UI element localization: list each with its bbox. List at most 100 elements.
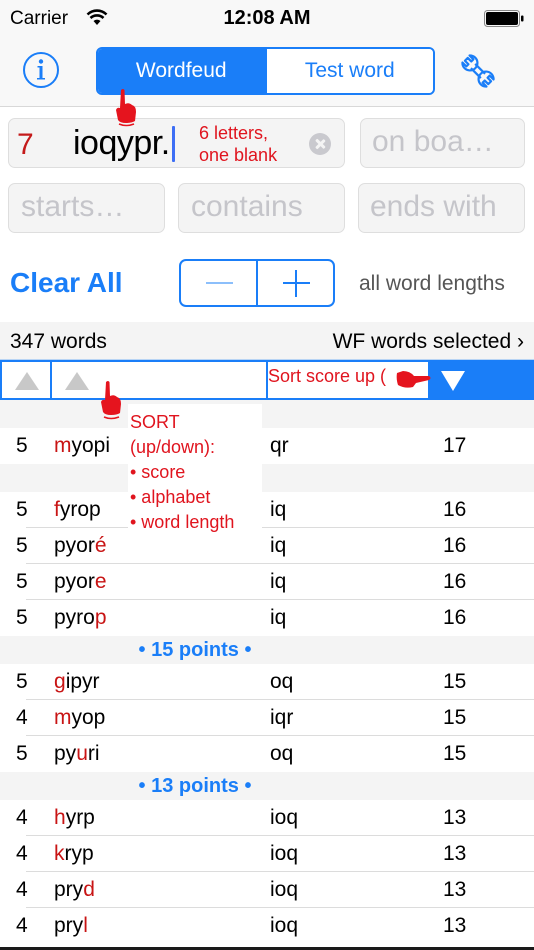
rack-letter: ri — [87, 742, 100, 765]
word: pyoré — [54, 534, 107, 558]
rack-letter: ipyr — [65, 670, 100, 693]
sort-help-annotation: SORT (up/down): • score • alphabet • wor… — [128, 404, 262, 532]
sort-help-item: • word length — [130, 512, 235, 532]
word: myop — [54, 706, 105, 730]
word-score: 13 — [443, 806, 467, 829]
rack-letter: pyor — [54, 570, 95, 593]
sort-alphabetical-button[interactable] — [50, 360, 268, 400]
word-count: 347 words — [10, 330, 107, 353]
chevron-right-icon: › — [517, 330, 524, 353]
word-length: 4 — [16, 914, 28, 937]
word-score: 15 — [443, 670, 467, 693]
remaining-letters: oq — [270, 670, 294, 693]
word-row[interactable]: 4 myop iqr 15 — [0, 700, 534, 736]
rack-letter: pry — [54, 914, 84, 937]
wrench-icon[interactable] — [456, 50, 500, 92]
board-letter: h — [54, 806, 66, 829]
starts-with-input[interactable]: starts… — [8, 183, 165, 233]
remaining-letters: iq — [270, 570, 287, 593]
wordlist-selector[interactable]: WF words selected › — [333, 330, 524, 354]
remaining-letters: iqr — [270, 706, 294, 729]
word: pyore — [54, 570, 107, 594]
sort-ascending-icon — [15, 372, 39, 390]
word-row[interactable]: 5 pyrop iq 16 — [0, 600, 534, 636]
word-length: 4 — [16, 806, 28, 829]
word-score: 16 — [443, 606, 467, 629]
word: myopi — [54, 434, 110, 458]
starts-with-placeholder: starts… — [21, 190, 125, 223]
board-letter: p — [94, 606, 107, 629]
rack-annotation-line-2: one blank — [199, 145, 278, 165]
word: pryl — [54, 914, 88, 938]
word-row[interactable]: 5 gipyr oq 15 — [0, 664, 534, 700]
sort-help-title: SORT — [130, 412, 180, 432]
letter-count: 7 — [17, 128, 34, 161]
wordlist-label: WF words selected — [332, 330, 512, 353]
search-panel: 7 ioqypr. 6 letters, one blank on boa… s… — [0, 107, 534, 322]
word-score: 17 — [443, 434, 467, 457]
sort-by-score-descending-icon[interactable] — [441, 371, 465, 391]
sort-help-item: • score — [130, 462, 186, 482]
ends-with-placeholder: ends with — [370, 190, 497, 223]
remaining-letters: ioq — [270, 842, 299, 865]
word-length: 4 — [16, 842, 28, 865]
word-length: 4 — [16, 878, 28, 901]
word-row[interactable]: 5 fyrop iq 16 — [0, 492, 534, 528]
word-score: 13 — [443, 878, 467, 901]
rack-letter: pry — [54, 878, 84, 901]
clear-all-button[interactable]: Clear All — [10, 267, 123, 299]
word-score: 16 — [443, 498, 467, 521]
results-bar: 347 words WF words selected › — [0, 322, 534, 360]
word-row[interactable]: 5 pyoré iq 16 — [0, 528, 534, 564]
word: kryp — [54, 842, 94, 866]
section-header: • 15 points • — [0, 636, 534, 664]
section-header — [0, 400, 534, 428]
battery-full-icon — [484, 10, 524, 27]
remaining-letters: iq — [270, 534, 287, 557]
tab-test-word[interactable]: Test word — [264, 49, 433, 93]
word-length: 5 — [16, 606, 28, 629]
word-length: 4 — [16, 706, 28, 729]
sort-by-length-button[interactable] — [0, 360, 52, 400]
increment-button[interactable] — [256, 261, 333, 305]
rack-letters-value: ioqypr. — [73, 124, 170, 162]
word-row[interactable]: 4 pryd ioq 13 — [0, 872, 534, 908]
ends-with-input[interactable]: ends with — [358, 183, 525, 233]
rack-letter: yrop — [59, 498, 101, 521]
section-header — [0, 464, 534, 492]
word-score: 13 — [443, 914, 467, 937]
board-letter: k — [54, 842, 65, 865]
sort-score-annotation: Sort score up ( — [266, 360, 431, 400]
remaining-letters: qr — [270, 434, 289, 457]
clear-input-icon[interactable] — [309, 133, 331, 155]
word-length: 5 — [16, 742, 28, 765]
decrement-button[interactable] — [181, 261, 256, 305]
section-header: • 13 points • — [0, 772, 534, 800]
tab-wordfeud[interactable]: Wordfeud — [98, 49, 265, 93]
remaining-letters: ioq — [270, 878, 299, 901]
sort-ascending-icon — [65, 372, 89, 390]
board-letter: d — [83, 878, 95, 901]
word-row[interactable]: 5 pyuri oq 15 — [0, 736, 534, 772]
word-row[interactable]: 4 hyrp ioq 13 — [0, 800, 534, 836]
rack-letters-input[interactable]: 7 ioqypr. 6 letters, one blank — [8, 118, 345, 168]
section-header-label: • 13 points • — [138, 775, 252, 797]
word-length-label: all word lengths — [359, 272, 505, 295]
board-letter: u — [76, 742, 88, 765]
word-row[interactable]: 4 kryp ioq 13 — [0, 836, 534, 872]
word-score: 15 — [443, 742, 467, 765]
info-icon[interactable] — [22, 51, 60, 89]
rack-letter: pyor — [54, 534, 95, 557]
word-row[interactable]: 4 pryl ioq 13 — [0, 908, 534, 944]
pointing-hand-icon — [116, 89, 136, 127]
rack-letter: yop — [71, 706, 106, 729]
rack-letter: ryp — [64, 842, 94, 865]
on-board-input[interactable]: on boa… — [360, 118, 525, 168]
word-list: 5 myopi qr 17 5 fyrop iq 16 5 pyoré iq 16 5 pyore iq 16… — [0, 400, 534, 950]
word-row[interactable]: 5 myopi qr 17 — [0, 428, 534, 464]
on-board-placeholder: on boa… — [372, 125, 494, 158]
word-row[interactable]: 5 pyore iq 16 — [0, 564, 534, 600]
contains-input[interactable]: contains — [178, 183, 345, 233]
word-length: 5 — [16, 534, 28, 557]
word: pyuri — [54, 742, 100, 766]
